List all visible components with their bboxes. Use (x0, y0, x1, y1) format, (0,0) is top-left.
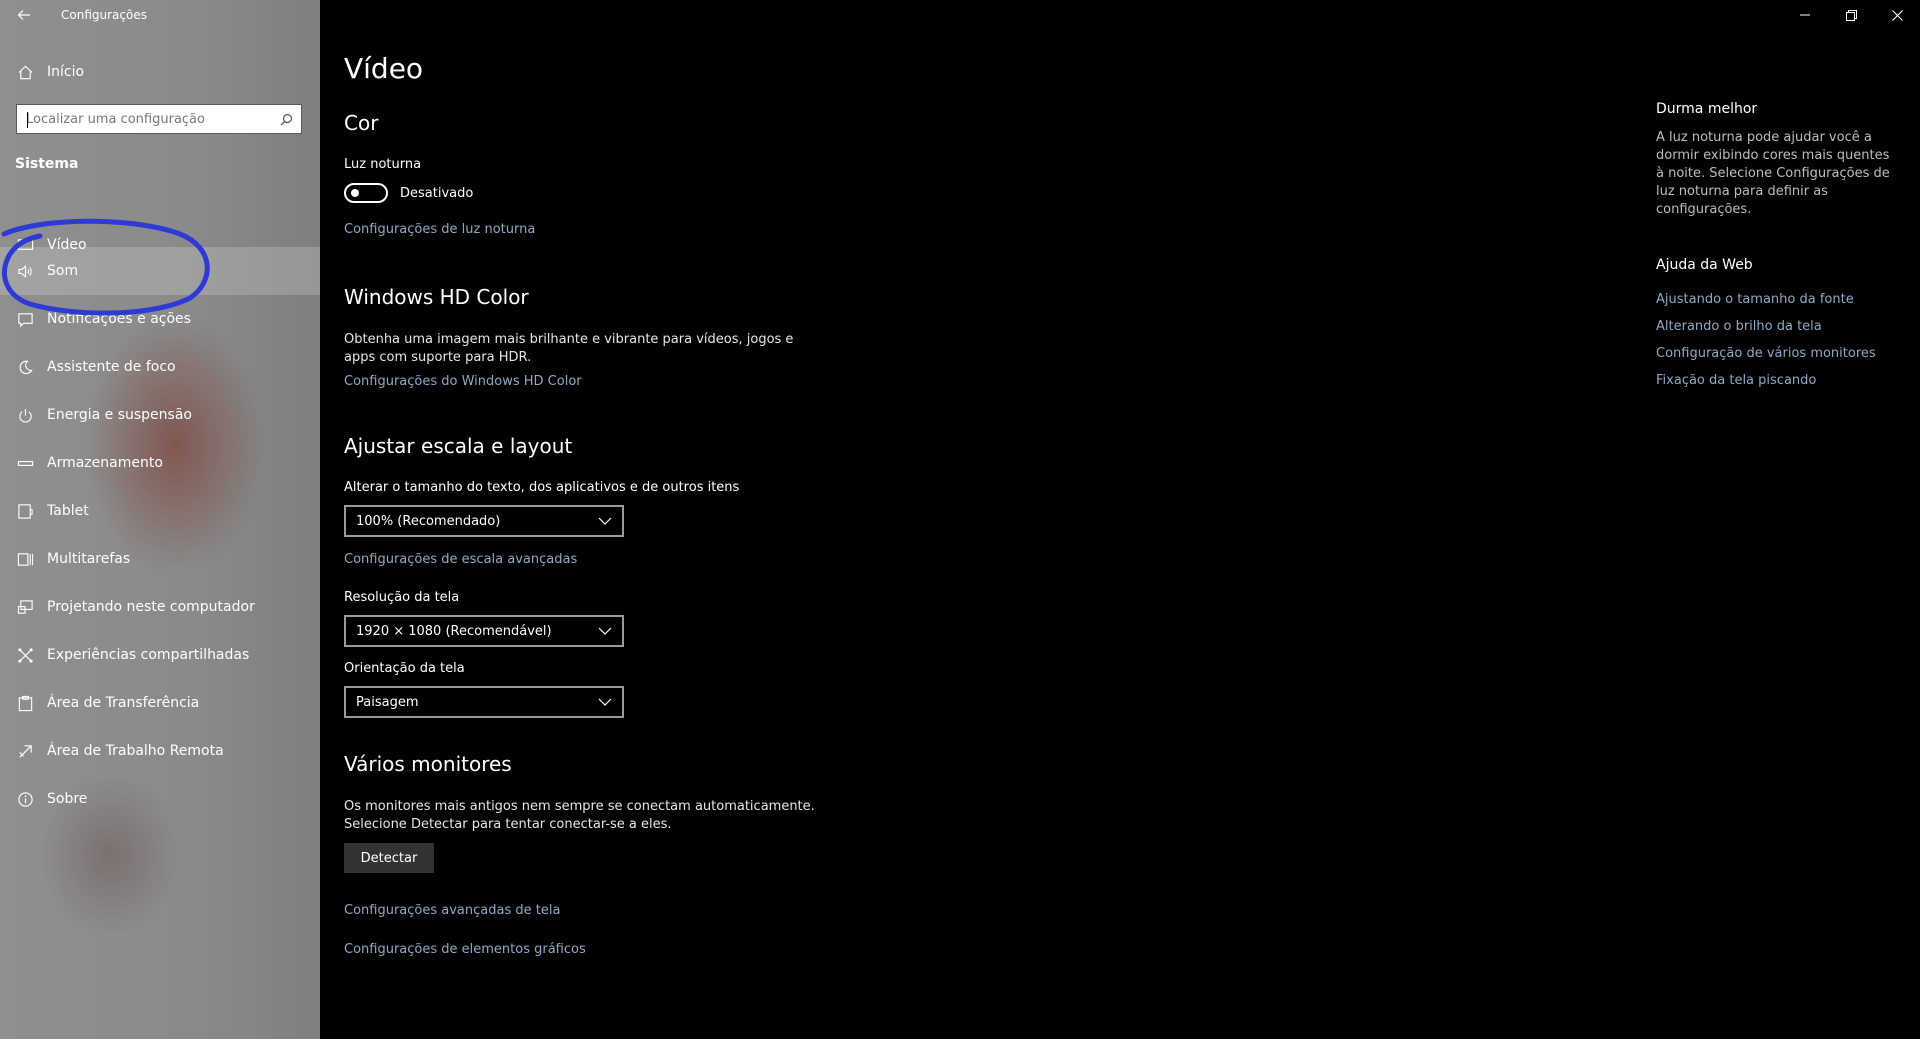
back-arrow-icon (17, 10, 30, 20)
sidebar-item-label: Tablet (47, 503, 89, 519)
hdr-description-line2: apps com suporte para HDR. (344, 350, 532, 365)
hdr-description-line1: Obtenha uma imagem mais brilhante e vibr… (344, 332, 794, 347)
search-icon[interactable] (275, 105, 297, 133)
help-link-multiple-monitors[interactable]: Configuração de vários monitores (1656, 346, 1876, 361)
restore-icon (1845, 9, 1857, 21)
storage-icon (15, 453, 35, 473)
sidebar-item-label: Área de Transferência (47, 695, 200, 711)
orientation-label: Orientação da tela (344, 661, 465, 676)
minimize-icon (1800, 14, 1810, 16)
scale-dropdown[interactable]: 100% (Recomendado) (344, 505, 624, 537)
sidebar-item-multitasking[interactable]: Multitarefas (0, 535, 320, 583)
sidebar-item-label: Projetando neste computador (47, 599, 255, 615)
minimize-button[interactable] (1782, 0, 1828, 30)
sidebar-item-sound[interactable]: Som (0, 247, 320, 295)
toggle-state-label: Desativado (400, 185, 474, 201)
projector-icon (15, 597, 35, 617)
page-title: Vídeo (344, 52, 424, 85)
web-help-heading: Ajuda da Web (1656, 257, 1753, 273)
sidebar-home-label: Início (47, 64, 85, 80)
night-light-toggle-row: Desativado (344, 183, 473, 203)
monitors-description-line1: Os monitores mais antigos nem sempre se … (344, 799, 815, 814)
back-button[interactable] (10, 2, 38, 28)
sleep-better-heading: Durma melhor (1656, 101, 1758, 117)
orientation-value: Paisagem (356, 694, 419, 710)
help-link-screen-flicker[interactable]: Fixação da tela piscando (1656, 373, 1816, 388)
multitask-icon (15, 549, 35, 569)
sidebar-nav: Vídeo Som Notificações e ações Assistent… (0, 199, 320, 823)
night-light-settings-link[interactable]: Configurações de luz noturna (344, 222, 535, 237)
close-icon (1891, 9, 1903, 21)
graphics-settings-link[interactable]: Configurações de elementos gráficos (344, 942, 586, 957)
resolution-value: 1920 × 1080 (Recomendável) (356, 623, 552, 639)
search-box[interactable] (16, 104, 302, 134)
sidebar-item-clipboard[interactable]: Área de Transferência (0, 679, 320, 727)
scale-value: 100% (Recomendado) (356, 513, 501, 529)
text-cursor (27, 112, 28, 128)
sidebar-item-label: Área de Trabalho Remota (47, 743, 224, 759)
help-link-font-size[interactable]: Ajustando o tamanho da fonte (1656, 292, 1854, 307)
search-input[interactable] (17, 105, 275, 133)
shared-icon (15, 645, 35, 665)
sidebar-item-tablet[interactable]: Tablet (0, 487, 320, 535)
monitors-heading: Vários monitores (344, 752, 512, 776)
notification-icon (15, 309, 35, 329)
sidebar-item-label: Multitarefas (47, 551, 131, 567)
sidebar-item-notifications[interactable]: Notificações e ações (0, 295, 320, 343)
sidebar-item-remote-desktop[interactable]: Área de Trabalho Remota (0, 727, 320, 775)
sidebar-section-title: Sistema (15, 156, 79, 172)
chevron-down-icon (598, 514, 612, 528)
sidebar-item-power[interactable]: Energia e suspensão (0, 391, 320, 439)
sidebar-item-shared[interactable]: Experiências compartilhadas (0, 631, 320, 679)
advanced-scale-link[interactable]: Configurações de escala avançadas (344, 552, 577, 567)
restore-button[interactable] (1828, 0, 1874, 30)
help-link-brightness[interactable]: Alterando o brilho da tela (1656, 319, 1822, 334)
toggle-knob (351, 189, 359, 197)
main-content: Vídeo Cor Luz noturna Desativado Configu… (344, 0, 1244, 1039)
sidebar-item-projecting[interactable]: Projetando neste computador (0, 583, 320, 631)
home-icon (15, 62, 35, 82)
sidebar-item-label: Som (47, 263, 79, 279)
resolution-label: Resolução da tela (344, 590, 460, 605)
sidebar-item-home[interactable]: Início (0, 56, 320, 88)
sidebar-item-focus-assist[interactable]: Assistente de foco (0, 343, 320, 391)
sidebar-item-label: Armazenamento (47, 455, 163, 471)
night-light-label: Luz noturna (344, 157, 422, 172)
remote-icon (15, 741, 35, 761)
monitors-description-line2: Selecione Detectar para tentar conectar-… (344, 817, 672, 832)
orientation-dropdown[interactable]: Paisagem (344, 686, 624, 718)
close-button[interactable] (1874, 0, 1920, 30)
sidebar-item-label: Sobre (47, 791, 88, 807)
chevron-down-icon (598, 695, 612, 709)
night-light-toggle[interactable] (344, 183, 388, 203)
sidebar-item-video[interactable]: Vídeo (0, 199, 320, 253)
sidebar-item-label: Energia e suspensão (47, 407, 192, 423)
sleep-better-description: A luz noturna pode ajudar você a dormir … (1656, 130, 1890, 217)
sidebar-item-label: Notificações e ações (47, 311, 191, 327)
advanced-display-link[interactable]: Configurações avançadas de tela (344, 903, 560, 918)
resolution-dropdown[interactable]: 1920 × 1080 (Recomendável) (344, 615, 624, 647)
color-heading: Cor (344, 111, 379, 135)
hdr-settings-link[interactable]: Configurações do Windows HD Color (344, 374, 582, 389)
tablet-icon (15, 501, 35, 521)
sidebar-item-storage[interactable]: Armazenamento (0, 439, 320, 487)
power-icon (15, 405, 35, 425)
sidebar: Configurações Início Sistema Vídeo Som (0, 0, 320, 1039)
moon-icon (15, 357, 35, 377)
info-icon (15, 789, 35, 809)
sidebar-item-about[interactable]: Sobre (0, 775, 320, 823)
hdr-heading: Windows HD Color (344, 285, 529, 309)
speaker-icon (15, 261, 35, 281)
window-title: Configurações (61, 8, 147, 22)
sidebar-item-label: Assistente de foco (47, 359, 176, 375)
scale-heading: Ajustar escala e layout (344, 434, 573, 458)
detect-button[interactable]: Detectar (344, 843, 434, 873)
scale-label: Alterar o tamanho do texto, dos aplicati… (344, 480, 740, 495)
chevron-down-icon (598, 624, 612, 638)
sidebar-item-label: Experiências compartilhadas (47, 647, 250, 663)
clipboard-icon (15, 693, 35, 713)
